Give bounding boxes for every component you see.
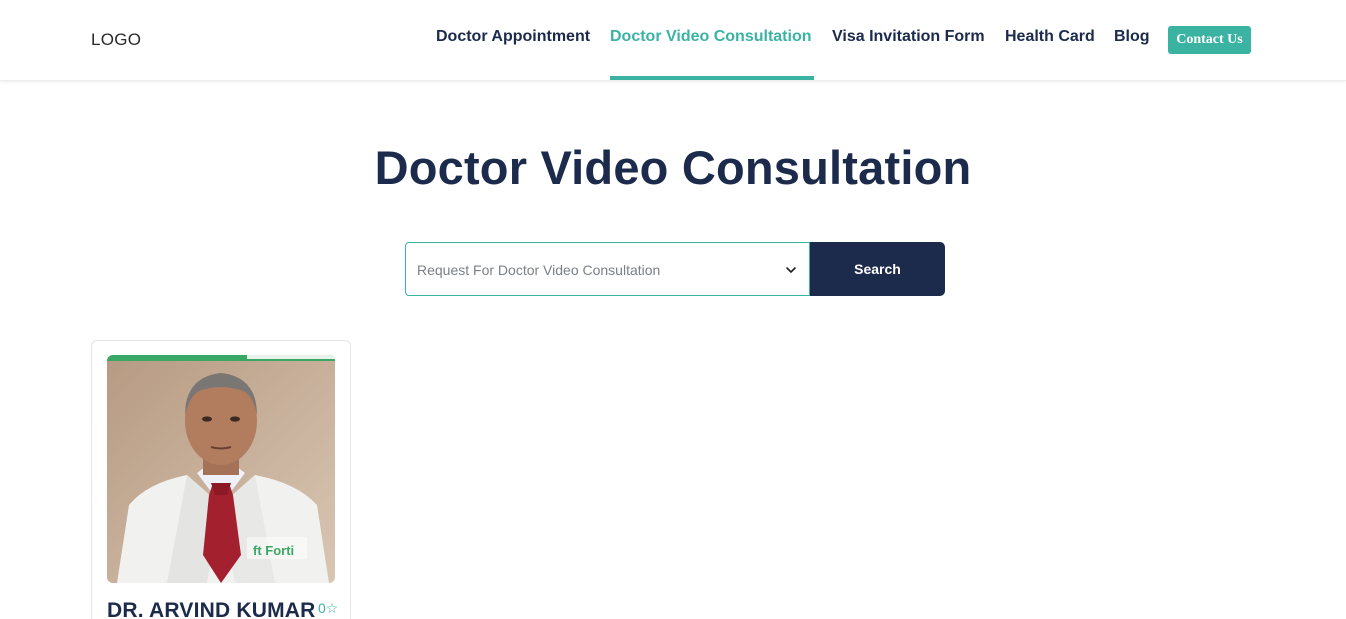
- nav-blog[interactable]: Blog: [1114, 28, 1150, 46]
- search-button[interactable]: Search: [810, 242, 945, 296]
- contact-us-button[interactable]: Contact Us: [1168, 26, 1251, 54]
- chevron-down-icon: [786, 267, 796, 273]
- nav-doctor-appointment[interactable]: Doctor Appointment: [436, 28, 590, 46]
- consultation-type-select[interactable]: Request For Doctor Video Consultation: [405, 242, 810, 296]
- page-title: Doctor Video Consultation: [374, 141, 972, 194]
- svg-text:ft Forti: ft Forti: [253, 543, 294, 558]
- nav-visa-invitation-form[interactable]: Visa Invitation Form: [832, 28, 985, 46]
- nav-health-card[interactable]: Health Card: [1005, 28, 1095, 46]
- select-value: Request For Doctor Video Consultation: [417, 262, 661, 278]
- doctor-name[interactable]: DR. ARVIND KUMAR: [107, 599, 316, 619]
- active-nav-indicator: [610, 76, 814, 80]
- site-header: LOGO Doctor Appointment Doctor Video Con…: [0, 0, 1346, 81]
- doctor-rating: 0☆: [318, 600, 338, 617]
- nav-doctor-video-consultation[interactable]: Doctor Video Consultation: [610, 28, 811, 46]
- star-icon: ☆: [325, 600, 339, 616]
- rating-value: 0: [318, 600, 326, 616]
- logo[interactable]: LOGO: [91, 30, 141, 50]
- doctor-card[interactable]: ft Forti DR. ARVIND KUMAR 0☆: [91, 340, 351, 619]
- doctor-photo: ft Forti: [107, 355, 335, 583]
